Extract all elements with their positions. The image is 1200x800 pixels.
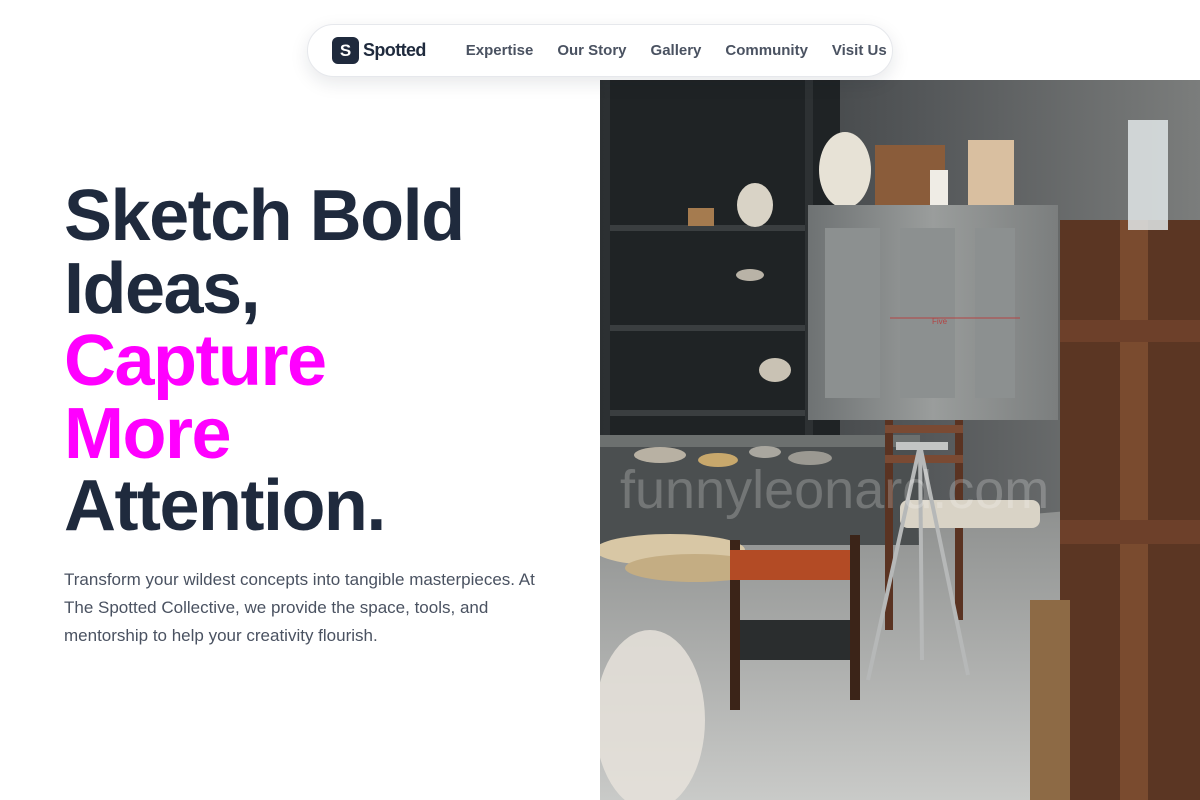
hero-headline: Sketch Bold Ideas, Capture More Attentio… (64, 180, 584, 543)
headline-line-5: Attention. (64, 466, 386, 546)
logo-mark: S (332, 37, 359, 64)
nav-link-our-story[interactable]: Our Story (557, 42, 626, 59)
nav-link-expertise[interactable]: Expertise (466, 42, 534, 59)
headline-line-4-accent: More (64, 393, 232, 474)
headline-line-3-accent: Capture (64, 321, 327, 401)
kiln-label: Five (932, 317, 948, 326)
top-navigation: S Spotted Expertise Our Story Gallery Co… (307, 24, 893, 77)
logo-text: Spotted (363, 40, 426, 60)
nav-link-community[interactable]: Community (725, 42, 808, 59)
logo-link[interactable]: S Spotted (332, 37, 426, 64)
hero-intro-paragraph: Transform your wildest concepts into tan… (64, 570, 535, 645)
nav-links: Expertise Our Story Gallery Community Vi… (466, 42, 887, 59)
hero-studio-photo: Five funnyleonard.com (600, 80, 1200, 800)
nav-link-gallery[interactable]: Gallery (651, 42, 702, 59)
image-watermark: funnyleonard.com (620, 460, 1049, 520)
nav-link-visit-us[interactable]: Visit Us (832, 42, 887, 59)
headline-line-1: Sketch Bold (64, 176, 465, 256)
headline-line-2: Ideas, (64, 248, 261, 329)
